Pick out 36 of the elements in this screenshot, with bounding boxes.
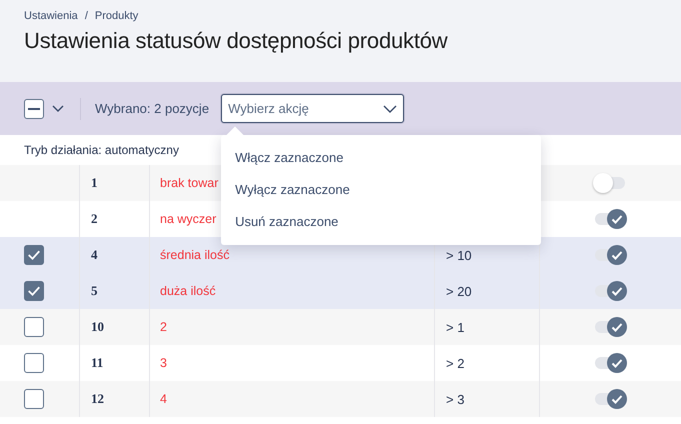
row-checkbox[interactable] <box>24 281 44 301</box>
action-select[interactable]: Wybierz akcję <box>221 94 404 123</box>
status-id: 1 <box>91 175 98 191</box>
page-title: Ustawienia statusów dostępności produktów <box>24 28 449 54</box>
row-checkbox[interactable] <box>24 353 44 373</box>
quantity-condition: > 2 <box>446 356 464 370</box>
status-id: 5 <box>91 283 98 299</box>
quantity-condition: > 10 <box>446 248 472 262</box>
row-checkbox[interactable] <box>24 389 44 409</box>
row-checkbox[interactable] <box>24 317 44 337</box>
breadcrumb-link[interactable]: Produkty <box>94 10 138 22</box>
status-id: 2 <box>91 211 98 227</box>
row-checkbox[interactable] <box>24 245 44 265</box>
status-id: 12 <box>91 391 104 407</box>
quantity-condition: > 3 <box>446 392 464 406</box>
status-id: 10 <box>91 319 104 335</box>
status-id: 11 <box>91 355 104 371</box>
menu-item[interactable]: Wyłącz zaznaczone <box>221 177 542 209</box>
status-name[interactable]: duża ilość <box>160 284 216 298</box>
select-all-checkbox[interactable] <box>24 98 44 118</box>
status-name[interactable]: 4 <box>160 392 167 406</box>
caret-icon[interactable] <box>52 104 64 112</box>
menu-item[interactable]: Usuń zaznaczone <box>221 209 542 241</box>
status-name[interactable]: na wyczer <box>160 212 216 226</box>
status-name[interactable]: 2 <box>160 320 167 334</box>
mode-label: Tryb działania: automatyczny <box>24 143 179 157</box>
quantity-condition: > 20 <box>446 284 472 298</box>
status-name[interactable]: 3 <box>160 356 167 370</box>
status-name[interactable]: brak towar <box>160 176 218 190</box>
status-name[interactable]: średnia ilość <box>160 248 230 262</box>
breadcrumb-separator: / <box>84 10 88 22</box>
selection-count: Wybrano: 2 pozycje <box>95 101 210 116</box>
menu-item[interactable]: Włącz zaznaczone <box>221 145 542 177</box>
quantity-condition: > 1 <box>446 320 464 334</box>
status-id: 4 <box>91 247 98 263</box>
breadcrumb-link[interactable]: Ustawienia <box>24 10 78 22</box>
